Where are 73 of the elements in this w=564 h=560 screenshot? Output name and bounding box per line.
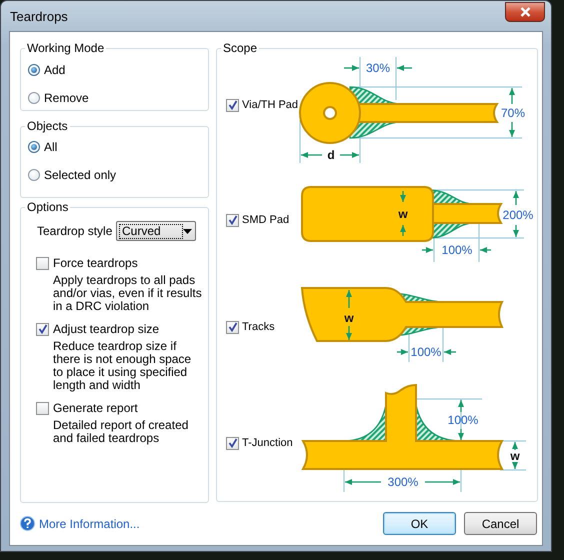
dimension-arrow bbox=[346, 326, 352, 340]
dimension-arrow bbox=[509, 88, 515, 104]
dimension-label: 70% bbox=[500, 106, 526, 120]
radio-label[interactable]: All bbox=[44, 140, 58, 154]
dimension-arrow bbox=[513, 225, 519, 237]
radio-label[interactable]: Selected only bbox=[44, 168, 116, 182]
dialog-button[interactable]: OK bbox=[383, 512, 456, 535]
dimension-arrow bbox=[458, 400, 464, 412]
radio-button[interactable] bbox=[28, 64, 40, 76]
dimension-arrow bbox=[344, 65, 359, 71]
dimension-label: 100% bbox=[410, 345, 442, 359]
dimension-label: 100% bbox=[448, 413, 478, 427]
dimension-arrow bbox=[512, 462, 518, 469]
checkbox[interactable] bbox=[226, 98, 239, 112]
radio-label[interactable]: Add bbox=[44, 63, 66, 77]
checkbox[interactable] bbox=[36, 256, 49, 270]
close-button[interactable] bbox=[505, 2, 545, 22]
radio-button[interactable] bbox=[28, 169, 40, 181]
group-title: Options bbox=[26, 200, 70, 214]
checkbox-label[interactable]: SMD Pad bbox=[242, 214, 290, 226]
window-title: Teardrops bbox=[10, 9, 68, 24]
option-description: Apply teardrops to all pads and/or vias, even if it results in a DRC violation bbox=[53, 274, 203, 313]
checkbox-label[interactable]: Tracks bbox=[242, 321, 275, 333]
dimension-arrow bbox=[397, 65, 412, 71]
dimension-arrow bbox=[444, 349, 456, 355]
checkbox-label[interactable]: Via/TH Pad bbox=[242, 99, 298, 111]
checkbox[interactable] bbox=[226, 320, 239, 334]
checkbox-label[interactable]: Generate report bbox=[53, 401, 138, 415]
dimension-arrow bbox=[397, 349, 408, 355]
dimension-arrow bbox=[346, 290, 352, 308]
dimension-label: w bbox=[510, 449, 520, 463]
checkbox[interactable] bbox=[226, 436, 239, 450]
dimension-arrow bbox=[400, 191, 406, 202]
field-label: Teardrop style bbox=[37, 224, 114, 238]
dimension-label: d bbox=[327, 148, 335, 162]
dimension-label: w bbox=[398, 207, 408, 221]
group-title: Scope bbox=[222, 41, 258, 55]
dimension-arrow bbox=[345, 479, 381, 485]
dimension-label: 100% bbox=[442, 243, 472, 257]
dimension-arrow bbox=[422, 247, 433, 253]
checkbox-label[interactable]: Adjust teardrop size bbox=[53, 322, 160, 336]
dimension-arrow bbox=[301, 152, 322, 158]
option-description: Reduce teardrop size if there is not enough space to place it using specified length and width bbox=[53, 340, 192, 392]
style-dropdown[interactable]: Curved bbox=[116, 221, 196, 241]
radio-button[interactable] bbox=[28, 141, 40, 153]
checkbox-label[interactable]: T-Junction bbox=[242, 437, 293, 449]
dimension-label: w bbox=[344, 311, 354, 325]
dimension-arrow bbox=[458, 429, 464, 440]
checkbox-label[interactable]: Force teardrops bbox=[53, 256, 138, 270]
dialog-button[interactable]: Cancel bbox=[464, 512, 537, 535]
dropdown-arrow-icon bbox=[183, 228, 192, 234]
dimension-label: 30% bbox=[366, 61, 390, 75]
radio-button[interactable] bbox=[28, 92, 40, 104]
dimension-label: 200% bbox=[502, 208, 534, 222]
radio-label[interactable]: Remove bbox=[44, 91, 89, 105]
dimension-arrow bbox=[400, 225, 406, 236]
group-title: Objects bbox=[26, 119, 69, 133]
option-description: Detailed report of created and failed teardrops bbox=[53, 419, 190, 445]
dimension-arrow bbox=[340, 152, 359, 158]
checkbox[interactable] bbox=[36, 322, 49, 336]
dimension-label: 300% bbox=[388, 475, 418, 489]
dimension-arrow bbox=[480, 247, 491, 253]
group-title: Working Mode bbox=[26, 41, 106, 55]
checkbox[interactable] bbox=[36, 402, 49, 414]
help-icon bbox=[20, 516, 35, 531]
dimension-arrow bbox=[509, 122, 515, 137]
dimension-arrow bbox=[513, 191, 519, 205]
more-information-link[interactable]: More Information... bbox=[39, 516, 140, 530]
dimension-arrow bbox=[512, 442, 518, 450]
close-icon bbox=[520, 7, 530, 17]
checkbox[interactable] bbox=[226, 214, 239, 226]
dimension-arrow bbox=[425, 479, 460, 485]
extension-line bbox=[442, 326, 444, 362]
